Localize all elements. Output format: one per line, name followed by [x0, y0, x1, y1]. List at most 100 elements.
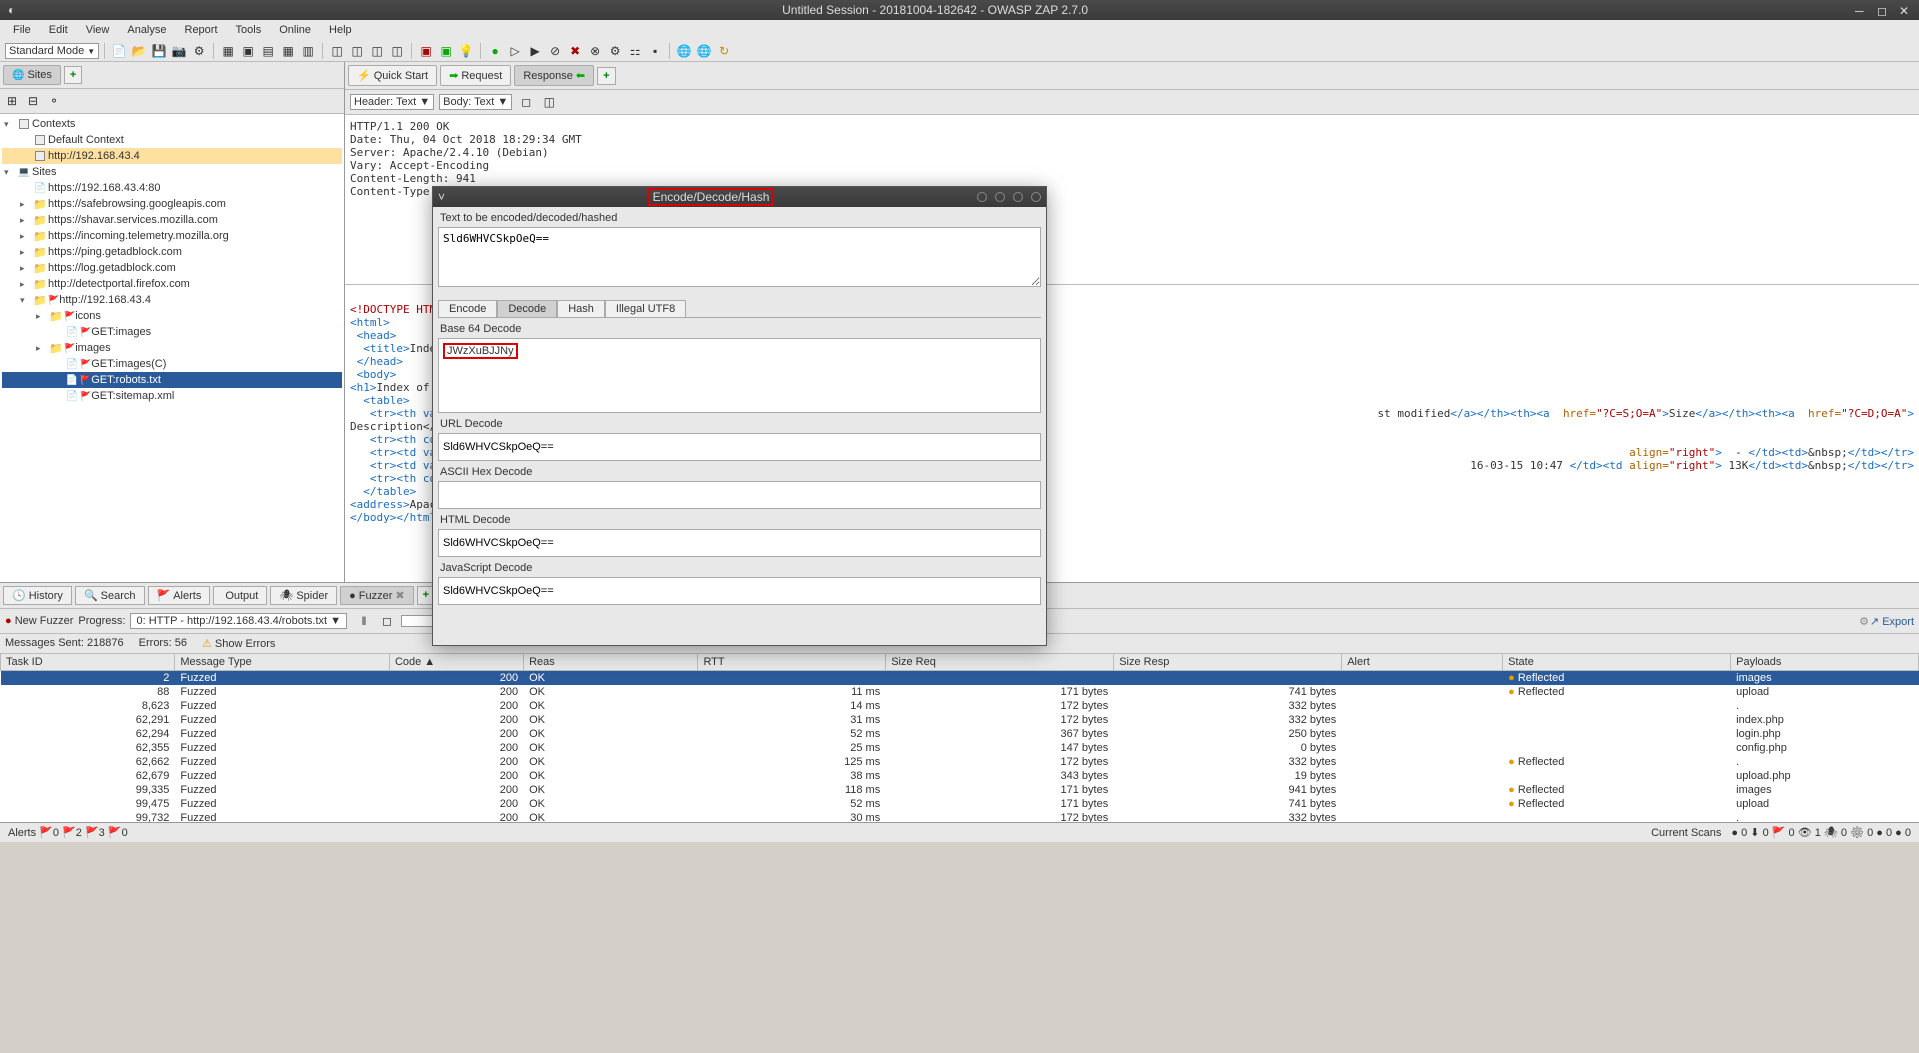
col-state[interactable]: State [1503, 654, 1731, 671]
menu-help[interactable]: Help [321, 22, 360, 38]
tab-spider[interactable]: 🕷 Spider [270, 586, 337, 605]
encode-decode-dialog[interactable]: ˅ Encode/Decode/Hash Text to be encoded/… [432, 186, 1047, 646]
new-session-icon[interactable]: 📄 [110, 42, 128, 60]
tab-request[interactable]: ➡ Request [440, 65, 511, 86]
step-icon[interactable]: ▷ [506, 42, 524, 60]
table-row[interactable]: 62,662Fuzzed200OK125 ms172 bytes332 byte… [1, 755, 1919, 769]
window-controls[interactable]: ─ ◻ ✕ [1855, 4, 1911, 16]
minimize-icon[interactable]: ─ [1855, 4, 1867, 16]
tab-add-button[interactable]: + [64, 66, 82, 84]
tree-item[interactable]: ▾ http://192.168.43.4 [2, 292, 342, 308]
tabs-4-icon[interactable]: ◫ [388, 42, 406, 60]
view-split-icon[interactable]: ◫ [540, 93, 558, 111]
tree-item[interactable]: ▾Sites [2, 164, 342, 180]
dialog-tab-decode[interactable]: Decode [497, 300, 557, 317]
ascii-hex-output[interactable] [438, 481, 1041, 509]
options-icon[interactable]: ⚙ [190, 42, 208, 60]
dialog-titlebar[interactable]: ˅ Encode/Decode/Hash [433, 187, 1046, 207]
tree-item[interactable]: ▸https://ping.getadblock.com [2, 244, 342, 260]
dialog-menu-icon[interactable]: ˅ [438, 190, 445, 204]
table-row[interactable]: 62,679Fuzzed200OK38 ms343 bytes19 bytesu… [1, 769, 1919, 783]
header-view-select[interactable]: Header: Text ▼ [350, 94, 434, 110]
fuzzer-table-container[interactable]: Task IDMessage TypeCode ▲ReasRTTSize Req… [0, 653, 1919, 822]
open-session-icon[interactable]: 📂 [130, 42, 148, 60]
col-size-resp[interactable]: Size Resp [1114, 654, 1342, 671]
tree-item[interactable]: ▸http://detectportal.firefox.com [2, 276, 342, 292]
dialog-min-icon[interactable] [977, 192, 987, 202]
view-single-icon[interactable]: ◻ [517, 93, 535, 111]
break-add-icon[interactable]: ✖ [566, 42, 584, 60]
html-decode-output[interactable] [438, 529, 1041, 557]
sites-tree[interactable]: ▾ContextsDefault Contexthttp://192.168.4… [0, 114, 344, 582]
tree-item[interactable]: GET:robots.txt [2, 372, 342, 388]
tab-quickstart[interactable]: ⚡ Quick Start [348, 65, 437, 86]
tabs-1-icon[interactable]: ◫ [328, 42, 346, 60]
tabs-3-icon[interactable]: ◫ [368, 42, 386, 60]
tree-expand-icon[interactable]: ⊞ [3, 92, 21, 110]
col-alert[interactable]: Alert [1342, 654, 1503, 671]
dialog-tab-illegal-utf8[interactable]: Illegal UTF8 [605, 300, 686, 317]
dialog-tab-encode[interactable]: Encode [438, 300, 497, 317]
browser-1-icon[interactable]: 🌐 [675, 42, 693, 60]
tab-fuzzer[interactable]: ● Fuzzer ✖ [340, 586, 414, 605]
base64-output[interactable]: JWzXuBJJNy [438, 338, 1041, 413]
tab-history[interactable]: 🕓 History [3, 586, 72, 605]
tree-item[interactable]: Default Context [2, 132, 342, 148]
gear-icon[interactable]: ⚙ [606, 42, 624, 60]
tree-item[interactable]: GET:sitemap.xml [2, 388, 342, 404]
layout-2-icon[interactable]: ▣ [239, 42, 257, 60]
tree-item[interactable]: ▸https://safebrowsing.googleapis.com [2, 196, 342, 212]
col-task-id[interactable]: Task ID [1, 654, 175, 671]
tab-search[interactable]: 🔍 Search [75, 586, 145, 605]
record-icon[interactable]: ● [486, 42, 504, 60]
pause-icon[interactable]: ‖ [355, 612, 373, 630]
tree-item[interactable]: ▸https://log.getadblock.com [2, 260, 342, 276]
col-code[interactable]: Code ▲ [389, 654, 523, 671]
close-icon[interactable]: ✕ [1899, 4, 1911, 16]
stop-icon[interactable]: ⊘ [546, 42, 564, 60]
table-row[interactable]: 99,732Fuzzed200OK30 ms172 bytes332 bytes… [1, 811, 1919, 822]
tree-item[interactable]: ▸https://incoming.telemetry.mozilla.org [2, 228, 342, 244]
menu-view[interactable]: View [78, 22, 118, 38]
tabs-2-icon[interactable]: ◫ [348, 42, 366, 60]
tree-item[interactable]: GET:images(C) [2, 356, 342, 372]
dialog-tab-hash[interactable]: Hash [557, 300, 605, 317]
js-decode-output[interactable] [438, 577, 1041, 605]
tab-sites[interactable]: Sites [3, 65, 61, 85]
addon-icon[interactable]: ▣ [417, 42, 435, 60]
menu-file[interactable]: File [5, 22, 39, 38]
tab-alerts[interactable]: 🚩 Alerts [148, 586, 211, 605]
play-icon[interactable]: ▶ [526, 42, 544, 60]
dialog-close-icon[interactable] [1031, 192, 1041, 202]
tree-item[interactable]: ▸ icons [2, 308, 342, 324]
col-rtt[interactable]: RTT [698, 654, 886, 671]
menu-tools[interactable]: Tools [228, 22, 270, 38]
tree-item[interactable]: ▾Contexts [2, 116, 342, 132]
table-row[interactable]: 62,355Fuzzed200OK25 ms147 bytes0 bytesco… [1, 741, 1919, 755]
equals-icon[interactable]: ⚏ [626, 42, 644, 60]
tree-item[interactable]: http://192.168.43.4 [2, 148, 342, 164]
layout-1-icon[interactable]: ▦ [219, 42, 237, 60]
table-row[interactable]: 62,294Fuzzed200OK52 ms367 bytes250 bytes… [1, 727, 1919, 741]
table-row[interactable]: 62,291Fuzzed200OK31 ms172 bytes332 bytes… [1, 713, 1919, 727]
table-row[interactable]: 88Fuzzed200OK11 ms171 bytes741 bytes● Re… [1, 685, 1919, 699]
browser-2-icon[interactable]: 🌐 [695, 42, 713, 60]
stop-fuzz-icon[interactable]: ◻ [378, 612, 396, 630]
break-del-icon[interactable]: ⊗ [586, 42, 604, 60]
layout-5-icon[interactable]: ▥ [299, 42, 317, 60]
col-reas[interactable]: Reas [524, 654, 698, 671]
tree-item[interactable]: ▸https://shavar.services.mozilla.com [2, 212, 342, 228]
tab-response[interactable]: Response ⬅ [514, 65, 594, 86]
tree-collapse-icon[interactable]: ⊟ [24, 92, 42, 110]
col-message-type[interactable]: Message Type [175, 654, 390, 671]
table-row[interactable]: 99,335Fuzzed200OK118 ms171 bytes941 byte… [1, 783, 1919, 797]
layout-3-icon[interactable]: ▤ [259, 42, 277, 60]
menu-edit[interactable]: Edit [41, 22, 76, 38]
tree-item[interactable]: ▸ images [2, 340, 342, 356]
layout-4-icon[interactable]: ▦ [279, 42, 297, 60]
snapshot-icon[interactable]: 📷 [170, 42, 188, 60]
terminal-icon[interactable]: ▪ [646, 42, 664, 60]
mode-select[interactable]: Standard Mode [5, 43, 99, 59]
export-button[interactable]: ↗ Export [1870, 615, 1914, 628]
table-row[interactable]: 8,623Fuzzed200OK14 ms172 bytes332 bytes. [1, 699, 1919, 713]
